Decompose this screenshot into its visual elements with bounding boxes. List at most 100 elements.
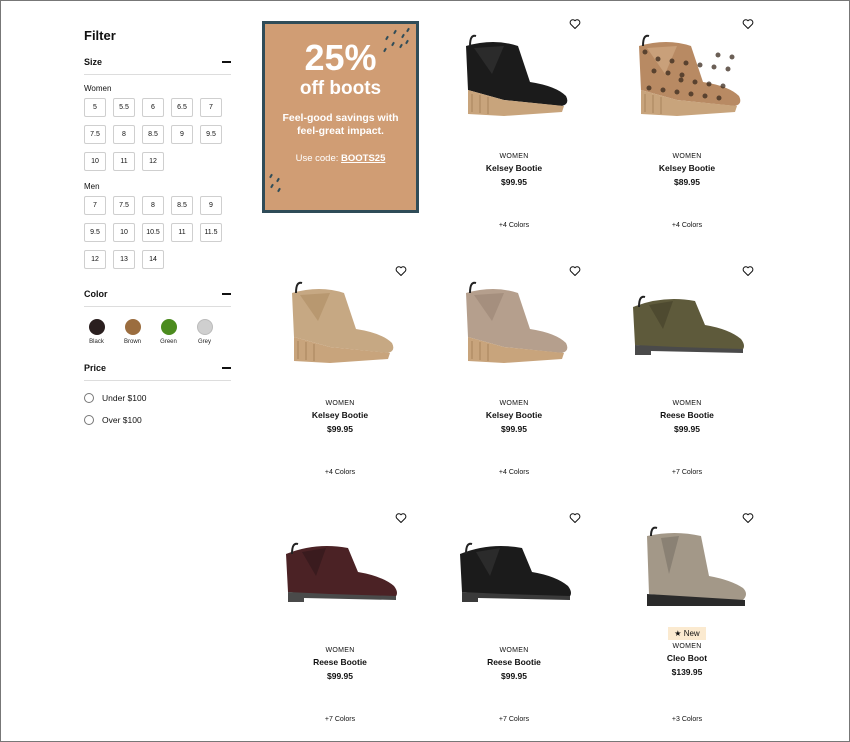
product-name[interactable]: Reese Bootie [434,657,594,667]
filter-title: Filter [84,28,116,43]
men-size-chip[interactable]: 10.5 [142,223,164,242]
men-size-chip[interactable]: 13 [113,250,135,269]
product-price: $99.95 [327,424,353,434]
colors-count[interactable]: +7 Colors [607,469,767,476]
color-swatch[interactable] [160,319,177,335]
price-section-label: Price [84,363,107,373]
product-image[interactable] [270,518,410,618]
product-card[interactable]: WOMEN Reese Bootie $99.95 +7 Colors [434,512,594,742]
color-label: Brown [123,339,141,345]
promo-tagline: Feel-good savings with feel-great impact… [282,112,399,138]
color-option-grey[interactable]: Grey [195,319,214,345]
product-price: $99.95 [327,671,353,681]
colors-count[interactable]: +7 Colors [434,716,594,723]
women-size-chip[interactable]: 7 [200,98,222,117]
size-section-label: Size [84,57,103,67]
women-size-chip[interactable]: 11 [113,152,135,171]
product-price: $139.95 [671,667,703,677]
price-section-header[interactable]: Price [84,363,231,381]
product-image[interactable] [444,271,584,371]
product-card[interactable]: WOMEN Kelsey Bootie $99.95 +4 Colors [260,265,420,495]
product-image[interactable] [617,518,757,618]
colors-count[interactable]: +7 Colors [260,716,420,723]
size-section-header[interactable]: Size [84,57,231,75]
men-size-chip[interactable]: 8 [142,196,164,215]
product-image[interactable] [444,518,584,618]
color-option-black[interactable]: Black [87,319,106,345]
women-size-chip[interactable]: 6 [142,98,164,117]
collapse-icon[interactable] [222,61,231,63]
product-name[interactable]: Reese Bootie [607,410,767,420]
product-info: WOMEN Reese Bootie $99.95 [434,647,594,681]
women-size-label: Women [84,84,112,93]
product-name[interactable]: Kelsey Bootie [607,163,767,173]
color-swatch[interactable] [88,319,105,335]
new-badge: ★ New [668,627,706,640]
promo-code[interactable]: BOOTS25 [341,153,385,164]
men-size-chip[interactable]: 8.5 [171,196,193,215]
product-price: $89.95 [674,177,700,187]
women-size-chip[interactable]: 8.5 [142,125,164,144]
product-card[interactable]: WOMEN Reese Bootie $99.95 +7 Colors [607,265,767,495]
men-size-chip[interactable]: 11 [171,223,193,242]
men-size-chip[interactable]: 11.5 [200,223,222,242]
colors-count[interactable]: +4 Colors [434,222,594,229]
product-image[interactable] [444,24,584,124]
women-size-chip[interactable]: 10 [84,152,106,171]
men-size-chip[interactable]: 7 [84,196,106,215]
color-swatch[interactable] [196,319,213,335]
product-image[interactable] [617,271,757,371]
women-size-chip[interactable]: 9.5 [200,125,222,144]
product-card[interactable]: ★ New WOMEN Cleo Boot $139.95 +3 Colors [607,512,767,742]
price-options: Under $100 Over $100 [84,393,231,425]
collapse-icon[interactable] [222,367,231,369]
badge-label: New [683,629,700,638]
product-info: WOMEN Kelsey Bootie $89.95 [607,153,767,187]
women-size-chip[interactable]: 8 [113,125,135,144]
women-size-chip[interactable]: 5.5 [113,98,135,117]
product-price: $99.95 [501,671,527,681]
color-swatch[interactable] [124,319,141,335]
men-size-chip[interactable]: 10 [113,223,135,242]
colors-count[interactable]: +4 Colors [260,469,420,476]
men-size-grid: 7 7.5 8 8.5 9 9.5 10 10.5 11 11.5 12 13 14 [84,196,234,269]
decorative-dots-icon [383,27,410,53]
product-card[interactable]: WOMEN Kelsey Bootie $99.95 +4 Colors [434,18,594,248]
women-size-chip[interactable]: 12 [142,152,164,171]
product-image[interactable] [617,24,757,124]
women-size-chip[interactable]: 5 [84,98,106,117]
product-name[interactable]: Kelsey Bootie [434,410,594,420]
colors-count[interactable]: +3 Colors [607,716,767,723]
price-option[interactable]: Over $100 [84,415,231,425]
product-card[interactable]: WOMEN Kelsey Bootie $99.95 +4 Colors [434,265,594,495]
promo-banner[interactable]: 25% off boots Feel-good savings with fee… [262,21,419,213]
price-option[interactable]: Under $100 [84,393,231,403]
product-name[interactable]: Kelsey Bootie [260,410,420,420]
product-gender: WOMEN [325,647,355,654]
product-card[interactable]: WOMEN Kelsey Bootie $89.95 +4 Colors [607,18,767,248]
radio-button[interactable] [84,415,94,425]
men-size-chip[interactable]: 12 [84,250,106,269]
product-name[interactable]: Cleo Boot [607,653,767,663]
colors-count[interactable]: +4 Colors [607,222,767,229]
men-size-chip[interactable]: 14 [142,250,164,269]
color-section-header[interactable]: Color [84,289,231,307]
product-image[interactable] [270,271,410,371]
men-size-chip[interactable]: 7.5 [113,196,135,215]
women-size-chip[interactable]: 6.5 [171,98,193,117]
product-info: WOMEN Kelsey Bootie $99.95 [434,153,594,187]
product-card[interactable]: WOMEN Reese Bootie $99.95 +7 Colors [260,512,420,742]
women-size-chip[interactable]: 7.5 [84,125,106,144]
radio-button[interactable] [84,393,94,403]
product-gender: WOMEN [325,400,355,407]
color-option-green[interactable]: Green [159,319,178,345]
collapse-icon[interactable] [222,293,231,295]
color-label: Green [160,339,177,345]
color-option-brown[interactable]: Brown [123,319,142,345]
product-name[interactable]: Reese Bootie [260,657,420,667]
men-size-chip[interactable]: 9.5 [84,223,106,242]
colors-count[interactable]: +4 Colors [434,469,594,476]
product-name[interactable]: Kelsey Bootie [434,163,594,173]
men-size-chip[interactable]: 9 [200,196,222,215]
women-size-chip[interactable]: 9 [171,125,193,144]
